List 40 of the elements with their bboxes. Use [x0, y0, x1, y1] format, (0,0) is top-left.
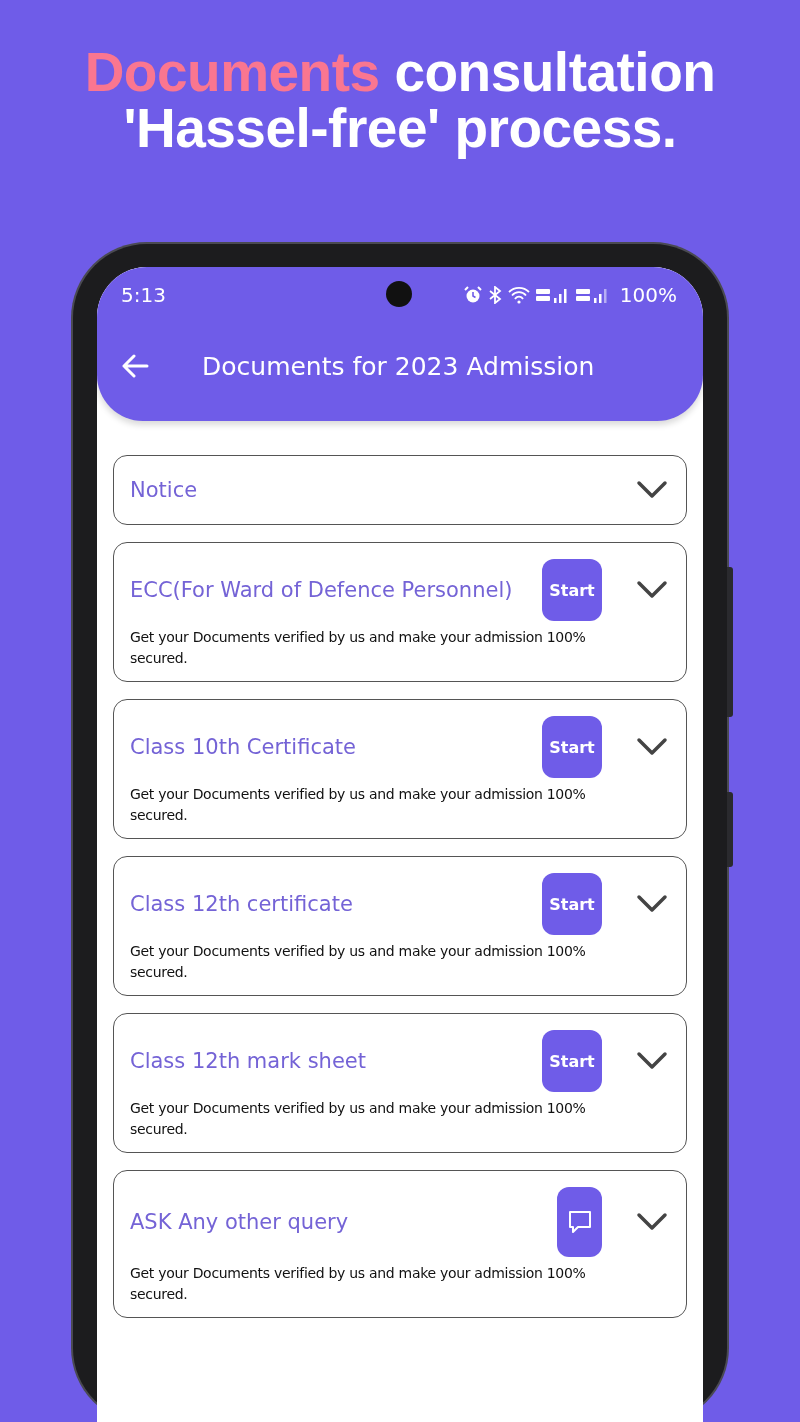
- card-title: ASK Any other query: [130, 1210, 350, 1234]
- chevron-icon[interactable]: [636, 480, 668, 500]
- accordion-card[interactable]: Class 12th mark sheet Start Get your Documents verified by us and make your admission 100% secured.: [113, 1013, 687, 1153]
- signal-icon: [575, 286, 610, 304]
- chevron-icon[interactable]: [636, 580, 668, 600]
- card-title: Class 12th certificate: [130, 892, 354, 916]
- wifi-icon: [507, 286, 530, 304]
- chat-button[interactable]: [557, 1187, 602, 1257]
- signal-icon: [535, 286, 570, 304]
- accordion-card[interactable]: ECC(For Ward of Defence Personnel) Start Get your Documents verified by us and make your admission 100% secured.: [113, 542, 687, 682]
- card-title: Class 10th Certificate: [130, 735, 357, 759]
- card-title: Notice: [130, 478, 199, 502]
- start-button[interactable]: Start: [542, 1030, 602, 1092]
- alarm-icon: [463, 286, 482, 304]
- chevron-icon[interactable]: [636, 894, 668, 914]
- screen-title: Documents for 2023 Admission: [202, 351, 595, 381]
- chevron-icon[interactable]: [636, 737, 668, 757]
- back-arrow-icon[interactable]: [121, 354, 149, 378]
- accordion-card[interactable]: Notice: [113, 455, 687, 525]
- chevron-icon[interactable]: [636, 1051, 668, 1071]
- card-title: ECC(For Ward of Defence Personnel): [130, 578, 514, 602]
- start-button[interactable]: Start: [542, 716, 602, 778]
- start-button[interactable]: Start: [542, 559, 602, 621]
- accordion-card[interactable]: ASK Any other query Get your Documents verified by us and make your admission 100% secured.: [113, 1170, 687, 1318]
- camera-icon: [386, 281, 412, 307]
- card-description: Get your Documents verified by us and make your admission 100% secured.: [130, 942, 587, 982]
- chevron-icon[interactable]: [636, 1212, 668, 1232]
- card-description: Get your Documents verified by us and make your admission 100% secured.: [130, 1099, 587, 1139]
- start-button[interactable]: Start: [542, 873, 602, 935]
- status-time: 5:13: [121, 283, 166, 307]
- accordion-card[interactable]: Class 10th Certificate Start Get your Documents verified by us and make your admission 100% secured.: [113, 699, 687, 839]
- accordion-card[interactable]: Class 12th certificate Start Get your Documents verified by us and make your admission 100% secured.: [113, 856, 687, 996]
- card-description: Get your Documents verified by us and make your admission 100% secured.: [130, 628, 587, 668]
- headline: Documents consultation: [84, 44, 716, 100]
- card-title: Class 12th mark sheet: [130, 1049, 367, 1073]
- card-description: Get your Documents verified by us and make your admission 100% secured.: [130, 1264, 587, 1304]
- card-description: Get your Documents verified by us and make your admission 100% secured.: [130, 785, 587, 825]
- chat-icon: [566, 1209, 593, 1235]
- bluetooth-icon: [487, 286, 502, 304]
- battery-level: 100%: [619, 283, 677, 307]
